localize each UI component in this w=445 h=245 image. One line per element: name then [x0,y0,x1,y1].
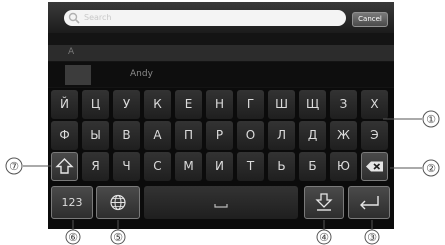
callout-3-label: ③ [367,231,377,244]
key[interactable]: П [175,121,202,150]
shift-key[interactable] [51,152,78,181]
keyboard: Й Ц У К Е Н Г Ш Щ З Х Ф Ы В А П Р О Л Д … [48,88,394,229]
hide-keyboard-key[interactable] [304,186,344,219]
key[interactable]: Й [51,90,78,119]
callout-2-label: ② [426,162,436,175]
key[interactable]: Ы [82,121,109,150]
numbers-mode-key[interactable]: 123 [51,186,93,219]
section-header: A [48,45,394,61]
key[interactable]: Ю [330,152,357,181]
search-field[interactable]: Search [64,10,346,26]
key[interactable]: Б [299,152,326,181]
backspace-icon [366,161,383,172]
search-placeholder: Search [84,13,112,22]
key[interactable]: Р [206,121,233,150]
key[interactable]: Ь [268,152,295,181]
key[interactable]: Д [299,121,326,150]
key[interactable]: Л [268,121,295,150]
key[interactable]: Е [175,90,202,119]
contact-name: Andy [130,69,153,79]
key[interactable]: Ж [330,121,357,150]
key[interactable]: Ц [82,90,109,119]
key[interactable]: Ш [268,90,295,119]
key[interactable]: А [144,121,171,150]
shift-icon [55,158,74,174]
enter-key[interactable] [348,186,390,219]
callout-6-label: ⑥ [68,231,78,244]
key[interactable]: В [113,121,140,150]
key[interactable]: Х [361,90,388,119]
key[interactable]: У [113,90,140,119]
backspace-key[interactable] [361,152,388,181]
key[interactable]: Т [237,152,264,181]
key[interactable]: К [144,90,171,119]
key[interactable]: И [206,152,233,181]
space-key[interactable] [144,186,298,219]
key[interactable]: Ч [113,152,140,181]
key[interactable]: Г [237,90,264,119]
search-bar: Search Cancel [48,2,394,33]
key[interactable]: О [237,121,264,150]
language-key[interactable] [96,186,140,219]
key[interactable]: З [330,90,357,119]
contact-search-screen: Search Cancel A Andy Й Ц У К Е Н Г Ш Щ З… [48,2,394,229]
key[interactable]: Ф [51,121,78,150]
callout-7-label: ⑦ [9,160,19,173]
key[interactable]: Я [82,152,109,181]
contact-list-item[interactable]: Andy [48,62,394,87]
space-bar-icon [214,204,228,208]
search-icon [68,12,80,24]
key[interactable]: М [175,152,202,181]
key[interactable]: Щ [299,90,326,119]
callout-4-label: ④ [319,231,329,244]
hide-keyboard-icon [315,193,333,211]
callout-5-label: ⑤ [113,231,123,244]
key[interactable]: Н [206,90,233,119]
key[interactable]: С [144,152,171,181]
callout-1-label: ① [426,113,436,126]
section-letter: A [68,47,75,57]
avatar [65,65,91,85]
enter-icon [360,196,379,210]
key[interactable]: Э [361,121,388,150]
globe-icon [110,194,126,211]
cancel-button[interactable]: Cancel [352,12,388,27]
